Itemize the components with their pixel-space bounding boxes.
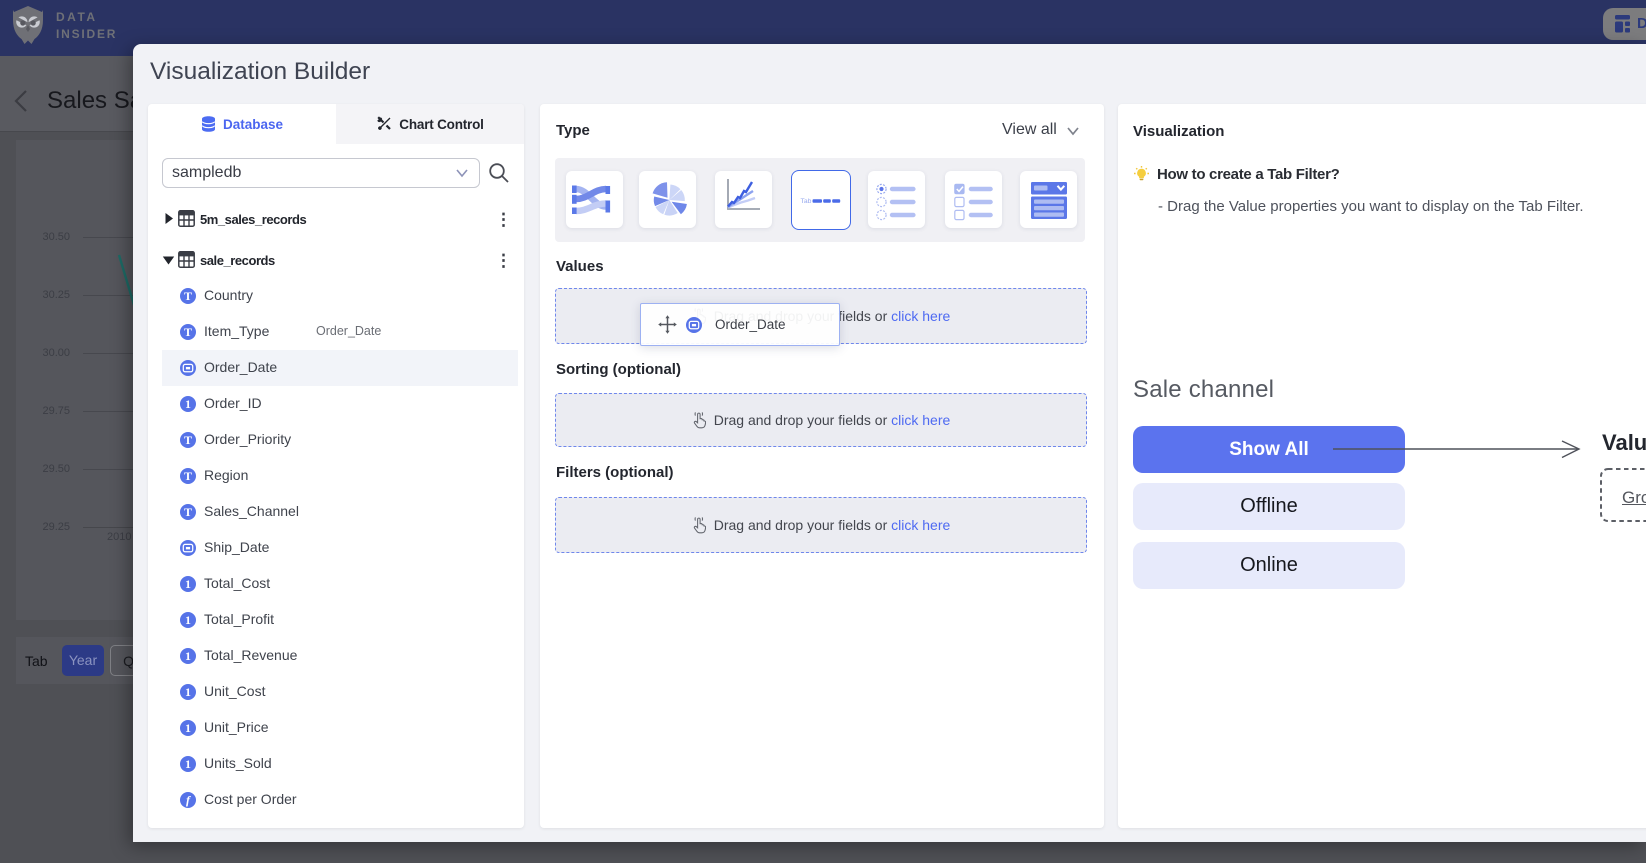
svg-text:Tab: Tab [801, 198, 812, 205]
